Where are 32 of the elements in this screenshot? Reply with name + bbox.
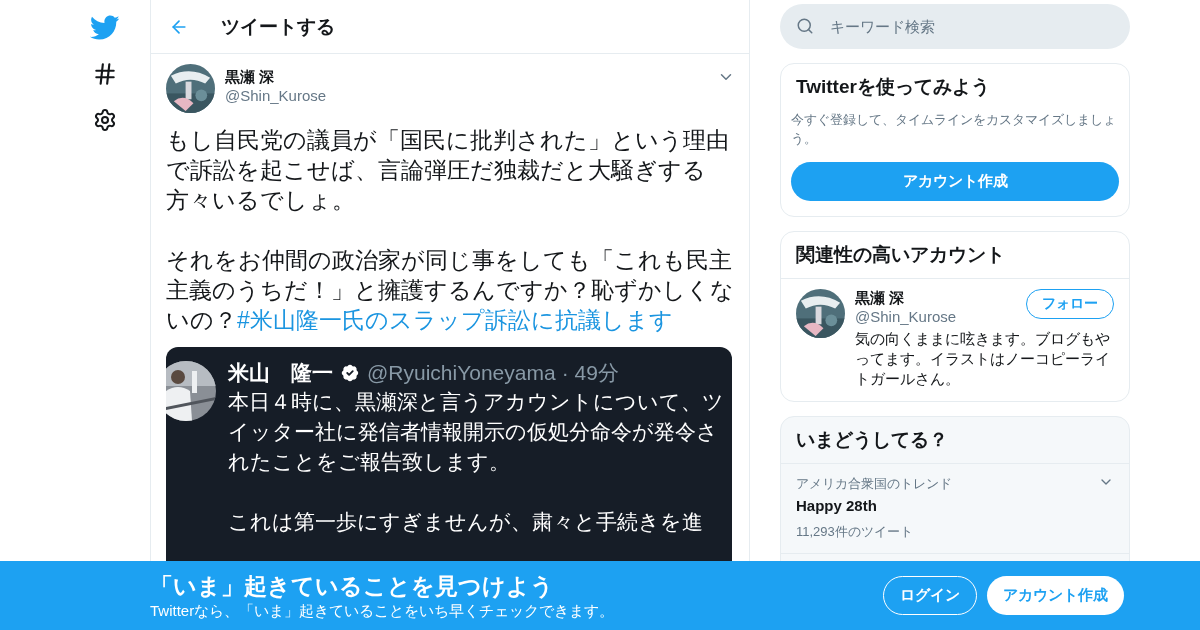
card-description: 今すぐ登録して、タイムラインをカスタマイズしましょう。 (790, 111, 1117, 148)
embedded-author-name: 米山 隆一 (228, 360, 333, 386)
bird-logo-icon[interactable] (90, 15, 120, 41)
banner-subtitle: Twitterなら、「いま」起きていることをいち早くチェックできます。 (150, 601, 616, 621)
account-name[interactable]: 黒瀬 深 (855, 289, 957, 308)
follow-button[interactable]: フォロー (1026, 289, 1114, 319)
card-title: 関連性の高いアカウント (795, 243, 1006, 267)
banner-title: 「いま」起きていることを見つけよう (150, 571, 555, 601)
trend-context: アメリカ合衆国のトレンド (796, 475, 952, 493)
tweet-text: それをお仲間の政治家が同じ事をしても「これも民主主義のうちだ！」と擁護するんですか？恥ずかしくないの？#米山隆一氏のスラップ訴訟に抗議します (166, 246, 735, 335)
embedded-tweet-text: これは第一歩にすぎませんが、粛々と手続きを進 (228, 509, 704, 535)
hashtag-link[interactable]: #米山隆一氏のスラップ訴訟に抗議します (237, 307, 673, 333)
card-title: Twitterを使ってみよう (795, 75, 991, 99)
embedded-tweet-text: 本日４時に、黒瀬深と言うアカウントについて、ツイッター社に発信者情報開示の仮処分命令が発令されたことをご報告致します。 (228, 389, 725, 475)
verified-icon (339, 362, 361, 384)
search-field[interactable]: キーワード検索 (780, 4, 1130, 49)
trend-count: 11,293件のツイート (796, 523, 914, 541)
card-title: いまどうしてる？ (795, 428, 949, 452)
author-name[interactable]: 黒瀬 深 (225, 68, 707, 87)
signup-button[interactable]: アカウント作成 (987, 576, 1124, 615)
tweet-text: もし自民党の議員が「国民に批判された」という理由で訴訟を起こせば、言論弾圧だ独裁だと大騒ぎする方々いるでしょ。 (166, 126, 730, 215)
hashtag-icon[interactable] (92, 61, 118, 87)
embedded-time: · 49分 (561, 360, 619, 386)
author-handle[interactable]: @Shin_Kurose (225, 87, 707, 104)
create-account-button[interactable]: アカウント作成 (791, 162, 1119, 201)
account-handle[interactable]: @Shin_Kurose (855, 308, 957, 325)
settings-icon[interactable] (93, 108, 117, 132)
search-icon (796, 17, 814, 35)
page-title: ツイートする (221, 14, 335, 39)
trend-name[interactable]: Happy 28th (796, 497, 952, 514)
account-bio: 気の向くままに呟きます。ブログもやってます。イラストはノーコピーライトガールさん。 (855, 329, 1111, 389)
embedded-author-handle: @RyuichiYoneyama (367, 361, 556, 385)
